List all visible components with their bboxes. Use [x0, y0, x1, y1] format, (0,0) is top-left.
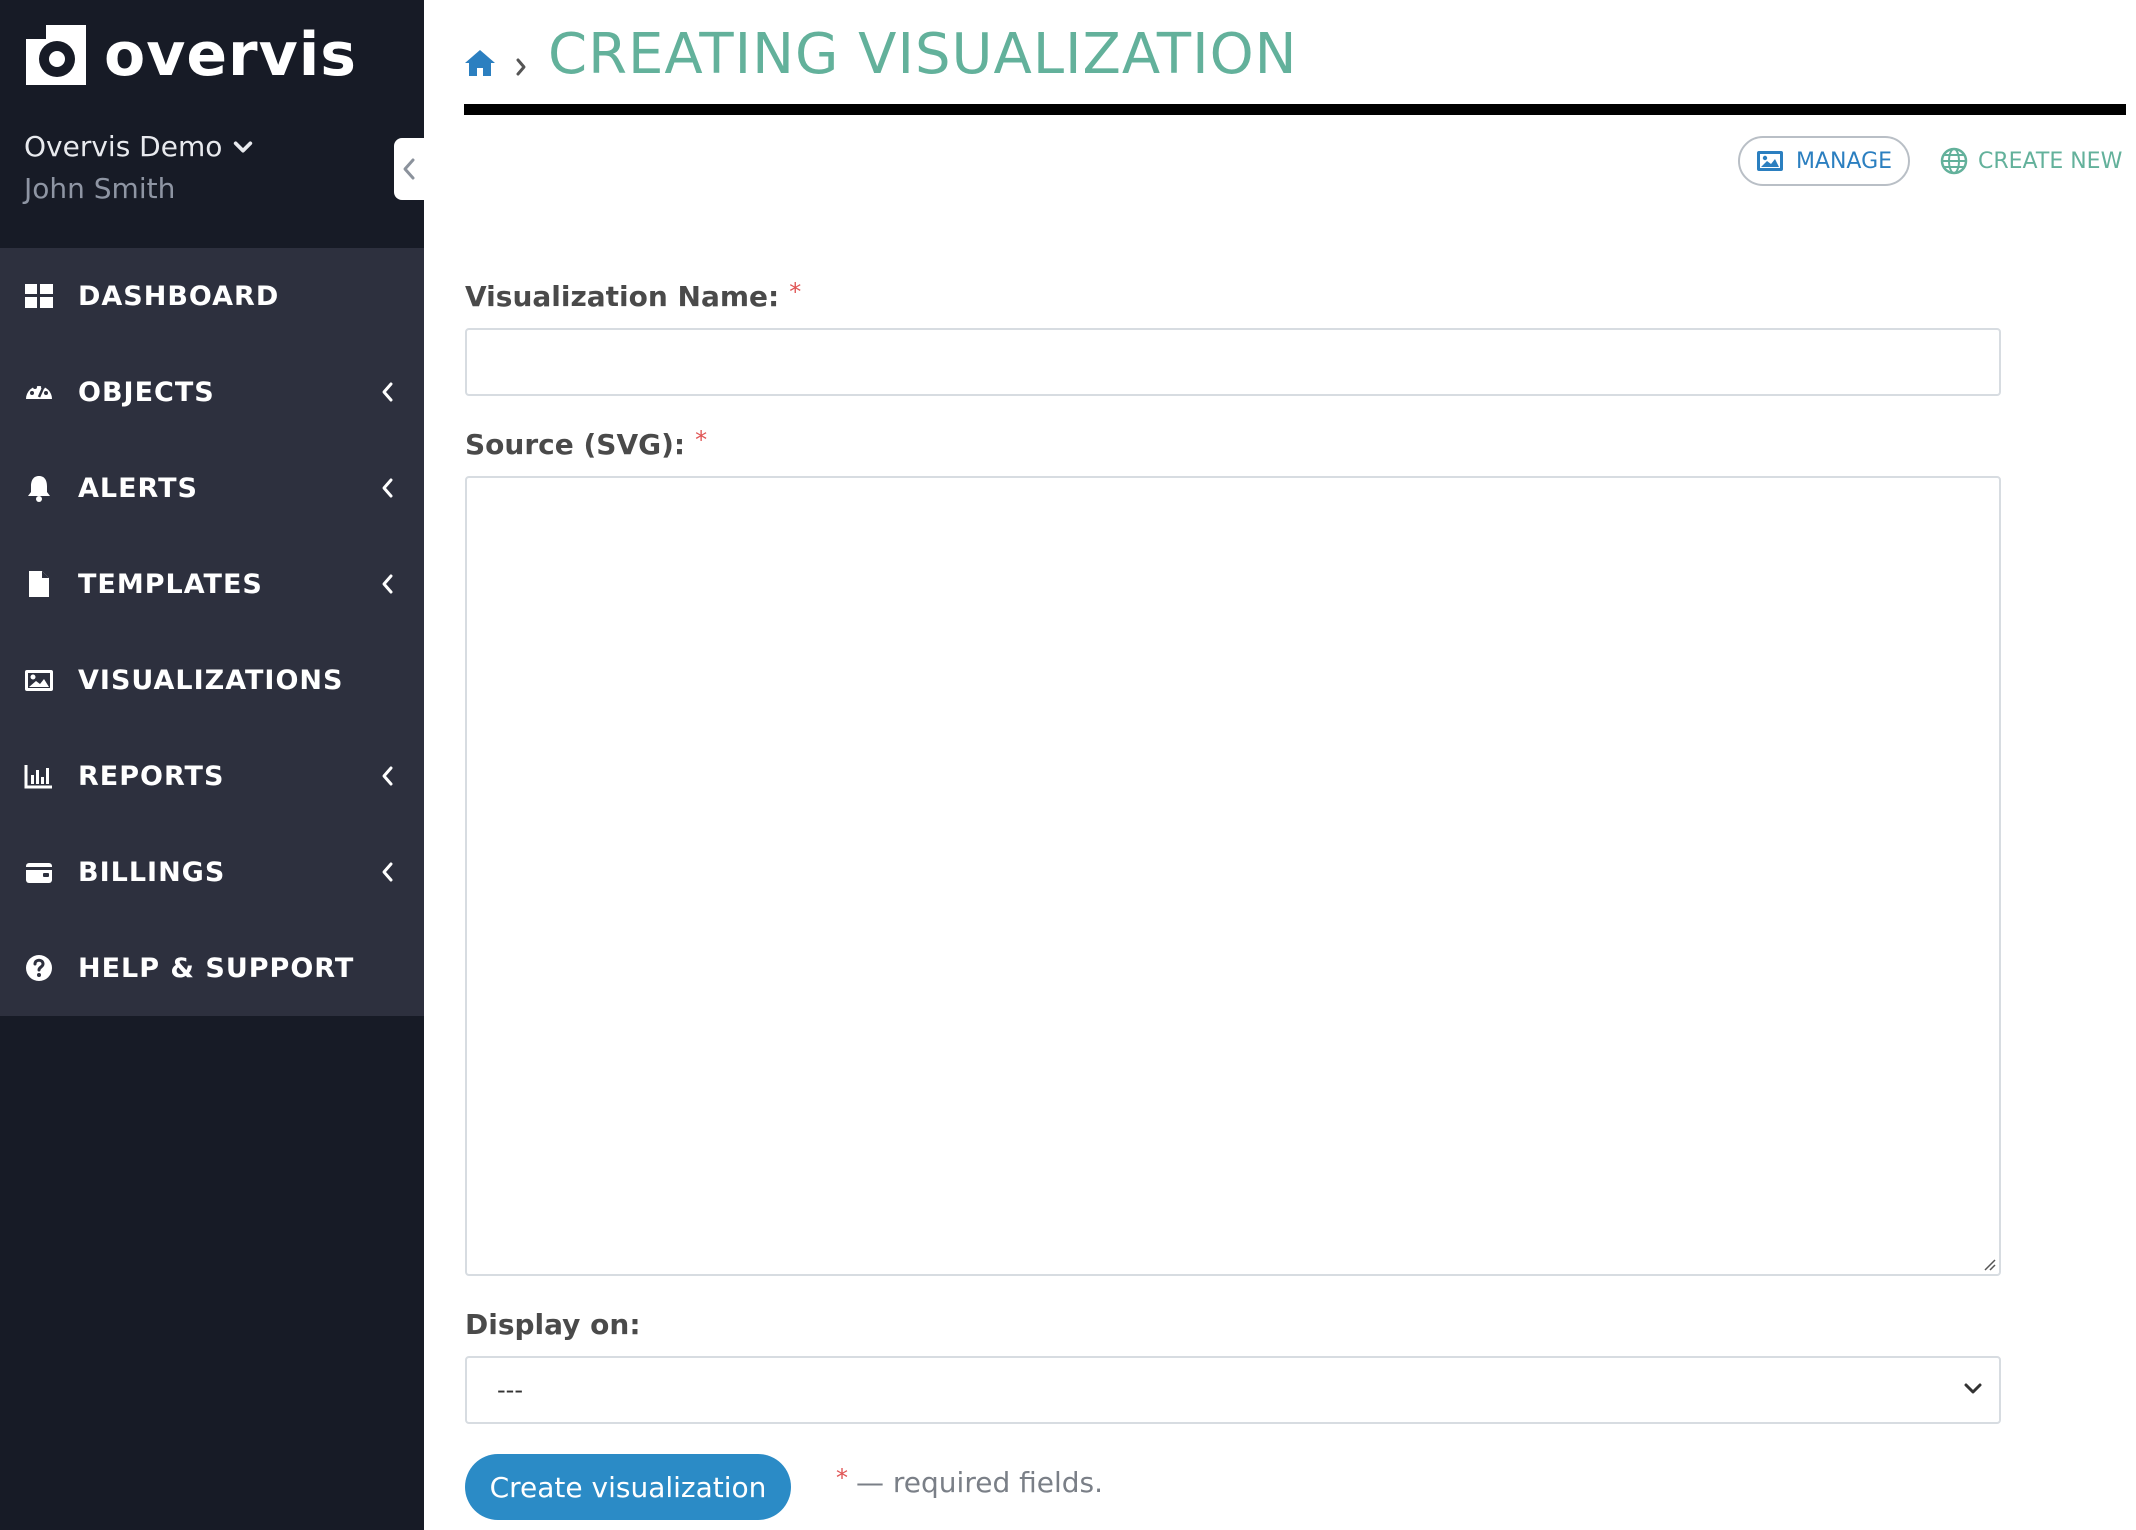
sidebar-item-label: ALERTS	[78, 472, 198, 504]
source-svg-textarea[interactable]	[465, 476, 2001, 1276]
display-on-value: ---	[497, 1376, 523, 1404]
sidebar-item-templates[interactable]: TEMPLATES	[0, 536, 424, 632]
breadcrumb-separator-icon	[516, 58, 526, 76]
visualization-name-label: Visualization Name: *	[465, 278, 802, 313]
required-fields-note: * — required fields.	[836, 1464, 1104, 1499]
title-divider	[464, 104, 2126, 115]
page-title: CREATING VISUALIZATION	[548, 22, 1298, 87]
manage-button[interactable]: MANAGE	[1738, 136, 1910, 186]
globe-icon	[1940, 147, 1968, 175]
sidebar-item-label: OBJECTS	[78, 376, 215, 408]
sidebar-item-help-support[interactable]: HELP & SUPPORT	[0, 920, 424, 1016]
sidebar-item-reports[interactable]: REPORTS	[0, 728, 424, 824]
chevron-left-icon	[382, 574, 393, 594]
resize-handle-icon[interactable]	[1981, 1256, 1997, 1272]
sidebar-item-label: REPORTS	[78, 760, 225, 792]
display-on-select[interactable]: ---	[465, 1356, 2001, 1424]
create-visualization-button[interactable]: Create visualization	[465, 1454, 791, 1520]
required-marker: *	[789, 278, 802, 306]
home-icon[interactable]	[464, 48, 496, 78]
chevron-down-icon	[1964, 1383, 1982, 1394]
gauge-icon	[26, 385, 52, 399]
chevron-left-icon	[382, 862, 393, 882]
manage-label: MANAGE	[1795, 148, 1893, 174]
display-on-label: Display on:	[465, 1308, 641, 1341]
help-icon	[26, 955, 52, 981]
field-label-text: Source (SVG):	[465, 428, 686, 461]
visualization-name-input[interactable]	[465, 328, 2001, 396]
field-label-text: Visualization Name:	[465, 280, 780, 313]
user-name: John Smith	[24, 172, 176, 205]
chevron-left-icon	[403, 158, 415, 180]
create-new-button[interactable]: CREATE NEW	[1940, 136, 2122, 186]
overvis-logo-icon	[26, 25, 86, 85]
dashboard-icon	[25, 284, 53, 308]
field-label-text: Display on:	[465, 1308, 641, 1341]
file-icon	[29, 571, 49, 597]
sidebar-item-objects[interactable]: OBJECTS	[0, 344, 424, 440]
org-name: Overvis Demo	[24, 130, 223, 163]
required-marker: *	[695, 426, 708, 454]
sidebar-item-visualizations[interactable]: VISUALIZATIONS	[0, 632, 424, 728]
image-icon	[25, 670, 53, 691]
sidebar-item-billings[interactable]: BILLINGS	[0, 824, 424, 920]
required-note-text: — required fields.	[856, 1466, 1104, 1499]
sidebar-item-label: TEMPLATES	[78, 568, 263, 600]
brand-logo[interactable]: overvis	[24, 20, 357, 90]
sidebar: overvis Overvis Demo John Smith DASHBOAR…	[0, 0, 424, 1530]
sidebar-item-label: HELP & SUPPORT	[78, 952, 355, 984]
source-svg-label: Source (SVG): *	[465, 426, 708, 461]
org-switcher[interactable]: Overvis Demo	[24, 130, 254, 163]
create-new-label: CREATE NEW	[1978, 148, 2123, 174]
bell-icon	[28, 476, 50, 502]
chevron-left-icon	[382, 766, 393, 786]
chevron-left-icon	[382, 478, 393, 498]
wallet-icon	[26, 863, 52, 883]
required-marker: *	[836, 1464, 848, 1492]
bar-chart-icon	[24, 765, 52, 789]
sidebar-menu: DASHBOARD OBJECTS ALERTS TEMPLATES VISUA…	[0, 248, 424, 1016]
chevron-down-icon	[234, 141, 253, 152]
sidebar-item-label: DASHBOARD	[78, 280, 280, 312]
sidebar-item-dashboard[interactable]: DASHBOARD	[0, 248, 424, 344]
chevron-left-icon	[382, 382, 393, 402]
collapse-sidebar-button[interactable]	[394, 138, 424, 200]
brand-name: overvis	[104, 20, 358, 90]
sidebar-item-label: VISUALIZATIONS	[78, 664, 344, 696]
image-icon	[1756, 151, 1783, 171]
sidebar-item-alerts[interactable]: ALERTS	[0, 440, 424, 536]
sidebar-item-label: BILLINGS	[78, 856, 226, 888]
